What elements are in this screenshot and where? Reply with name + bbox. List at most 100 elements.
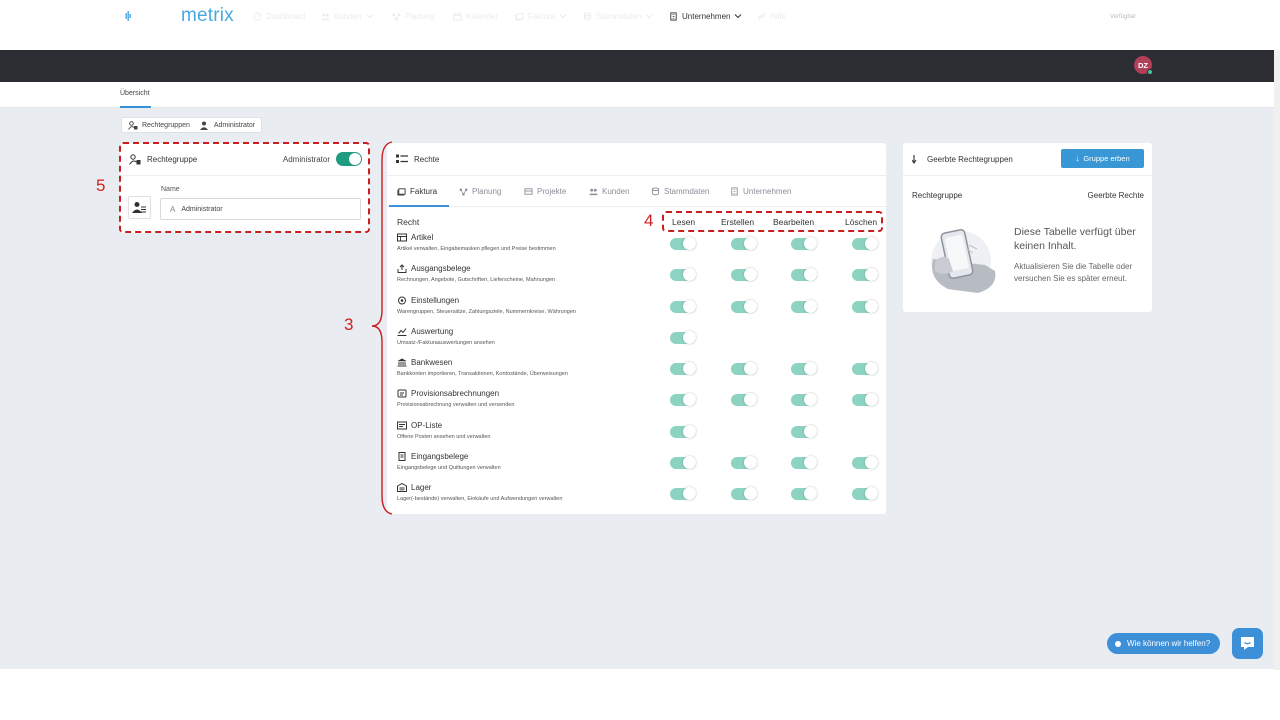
- annotation-box-4: [662, 211, 883, 232]
- tab-faktura[interactable]: Faktura: [397, 187, 437, 196]
- toggle-artikel-bearbeiten[interactable]: [791, 237, 817, 250]
- toggle-einstellungen-lesen[interactable]: [670, 299, 696, 313]
- toggle-provisionsabrechnungen-löschen[interactable]: [852, 393, 878, 407]
- nav-stammdaten[interactable]: Stammdaten: [583, 8, 653, 24]
- toggle-artikel-erstellen[interactable]: [731, 237, 757, 250]
- toggle-op-liste-bearbeiten[interactable]: [791, 424, 817, 438]
- chevron-down-icon: [734, 12, 742, 20]
- toggle-einstellungen-löschen[interactable]: [852, 299, 878, 313]
- toggle-lager-bearbeiten[interactable]: [791, 487, 817, 500]
- rechte-card-header: Rechte: [387, 143, 886, 176]
- toggle-bankwesen-lesen[interactable]: [670, 362, 696, 375]
- toggle-bankwesen-bearbeiten[interactable]: [791, 362, 817, 375]
- user-info[interactable]: Demo Zugang Verfügbar: [1098, 7, 1136, 21]
- nav-dashboard[interactable]: Dashboard: [253, 8, 305, 24]
- permission-row-eingangsbelege-description: Eingangsbelege und Quittungen verwalten: [397, 464, 501, 471]
- column-header-rechtegruppe: Rechtegruppe: [912, 191, 963, 200]
- tab-planung[interactable]: Planung: [459, 187, 501, 196]
- toggle-knob: [865, 299, 878, 313]
- nav-faktura[interactable]: Faktura: [515, 8, 567, 24]
- gruppe-erben-button[interactable]: ↓ Gruppe erben: [1061, 149, 1144, 168]
- breadcrumb-administrator[interactable]: Administrator: [199, 121, 255, 130]
- toggle-lager-lesen[interactable]: [670, 487, 696, 500]
- rechte-card-title: Rechte: [414, 154, 440, 164]
- scrollbar[interactable]: [1274, 50, 1280, 670]
- help-chat-pill[interactable]: Wie können wir helfen?: [1107, 633, 1221, 654]
- nav-kunden[interactable]: Kunden: [321, 8, 374, 24]
- column-header-geerbte-rechte: Geerbte Rechte: [1087, 191, 1144, 200]
- toggle-knob: [683, 268, 696, 282]
- toggle-einstellungen-erstellen[interactable]: [731, 299, 757, 313]
- toggle-ausgangsbelege-bearbeiten[interactable]: [791, 268, 817, 282]
- tab-unternehmen-label: Unternehmen: [743, 187, 792, 196]
- nav-planung[interactable]: Planung: [392, 8, 434, 24]
- nav-hilfe[interactable]: Hilfe: [757, 8, 786, 24]
- toggle-artikel-lesen[interactable]: [670, 237, 696, 250]
- toggle-knob: [744, 362, 757, 375]
- toggle-knob: [865, 237, 878, 250]
- toggle-knob: [683, 487, 696, 500]
- tab-projekte[interactable]: Projekte: [524, 187, 566, 196]
- outgoing-icon: [397, 264, 407, 274]
- toggle-op-liste-lesen[interactable]: [670, 424, 696, 438]
- toggle-knob: [804, 487, 817, 500]
- toggle-bankwesen-löschen[interactable]: [852, 362, 878, 375]
- toggle-einstellungen-bearbeiten[interactable]: [791, 299, 817, 313]
- toggle-bankwesen-erstellen[interactable]: [731, 362, 757, 375]
- toggle-eingangsbelege-lesen[interactable]: [670, 455, 696, 469]
- tab-kunden[interactable]: Kunden: [589, 187, 630, 196]
- toggle-knob: [804, 362, 817, 375]
- breadcrumb-rechtegruppen[interactable]: Rechtegruppen: [128, 120, 190, 130]
- empty-state-phone-icon: [923, 219, 1001, 297]
- toggle-provisionsabrechnungen-lesen[interactable]: [670, 393, 696, 407]
- user-name: Demo Zugang: [1097, 7, 1136, 13]
- toggle-artikel-löschen[interactable]: [852, 237, 878, 250]
- scanmetrix-logo[interactable]: scan metrix: [119, 5, 234, 26]
- permission-row-eingangsbelege-title: Eingangsbelege: [397, 451, 469, 461]
- toggle-provisionsabrechnungen-erstellen[interactable]: [731, 393, 757, 407]
- nav-kalender-label: Kalender: [466, 11, 499, 21]
- warehouse-icon: [397, 483, 407, 492]
- empty-state-subtitle: Aktualisieren Sie die Tabelle oder versu…: [1014, 262, 1133, 283]
- tab-unternehmen[interactable]: Unternehmen: [730, 187, 791, 196]
- toggle-ausgangsbelege-erstellen[interactable]: [731, 268, 757, 282]
- toggle-knob: [744, 268, 757, 282]
- toggle-auswertung-lesen[interactable]: [670, 330, 696, 344]
- toggle-knob: [744, 487, 757, 500]
- toggle-eingangsbelege-erstellen[interactable]: [731, 455, 757, 469]
- user-status: Verfügbar: [1109, 14, 1136, 20]
- toggle-eingangsbelege-löschen[interactable]: [852, 455, 878, 469]
- permission-title-label: OP-Liste: [411, 420, 443, 430]
- faktura-icon: [515, 12, 524, 21]
- permission-row-provisionsabrechnungen-description: Provisionsabrechnung verwalten und verse…: [397, 402, 515, 409]
- tab-stammdaten[interactable]: Stammdaten: [651, 187, 709, 196]
- permission-row-bankwesen-description: Bankkonten importieren, Transaktionen, K…: [397, 371, 568, 377]
- toggle-provisionsabrechnungen-bearbeiten[interactable]: [791, 393, 817, 407]
- tab-uebersicht[interactable]: Übersicht: [120, 90, 150, 97]
- toggle-knob: [865, 455, 878, 469]
- chat-button[interactable]: [1232, 628, 1263, 659]
- status-dot: [1115, 640, 1121, 647]
- toggle-lager-erstellen[interactable]: [731, 487, 757, 500]
- nav-kalender[interactable]: Kalender: [453, 8, 498, 24]
- toggle-ausgangsbelege-lesen[interactable]: [670, 268, 696, 282]
- help-icon: [757, 12, 766, 21]
- toggle-knob: [804, 424, 817, 438]
- permission-row-op-liste-description: Offene Posten ansehen und verwalten: [397, 433, 491, 440]
- toggle-knob: [865, 393, 878, 407]
- building-icon: [669, 11, 678, 21]
- avatar[interactable]: DZ: [1134, 56, 1153, 75]
- permission-title-label: Auswertung: [411, 326, 454, 336]
- incoming-icon: [397, 451, 407, 461]
- calendar-icon: [453, 12, 462, 21]
- permission-row-einstellungen-description: Warengruppen, Steuersätze, Zahlungsziele…: [397, 308, 576, 315]
- permission-row-artikel-description: Artikel verwalten, Eingabemasken pflegen…: [397, 246, 556, 252]
- permission-row-einstellungen-title: Einstellungen: [397, 296, 459, 305]
- toggle-lager-löschen[interactable]: [852, 487, 878, 500]
- nav-unternehmen[interactable]: Unternehmen: [663, 8, 749, 24]
- permission-title-label: Eingangsbelege: [411, 451, 469, 461]
- toggle-eingangsbelege-bearbeiten[interactable]: [791, 455, 817, 469]
- planning-icon: [392, 12, 401, 21]
- toggle-ausgangsbelege-löschen[interactable]: [852, 268, 878, 282]
- toggle-knob: [683, 393, 696, 407]
